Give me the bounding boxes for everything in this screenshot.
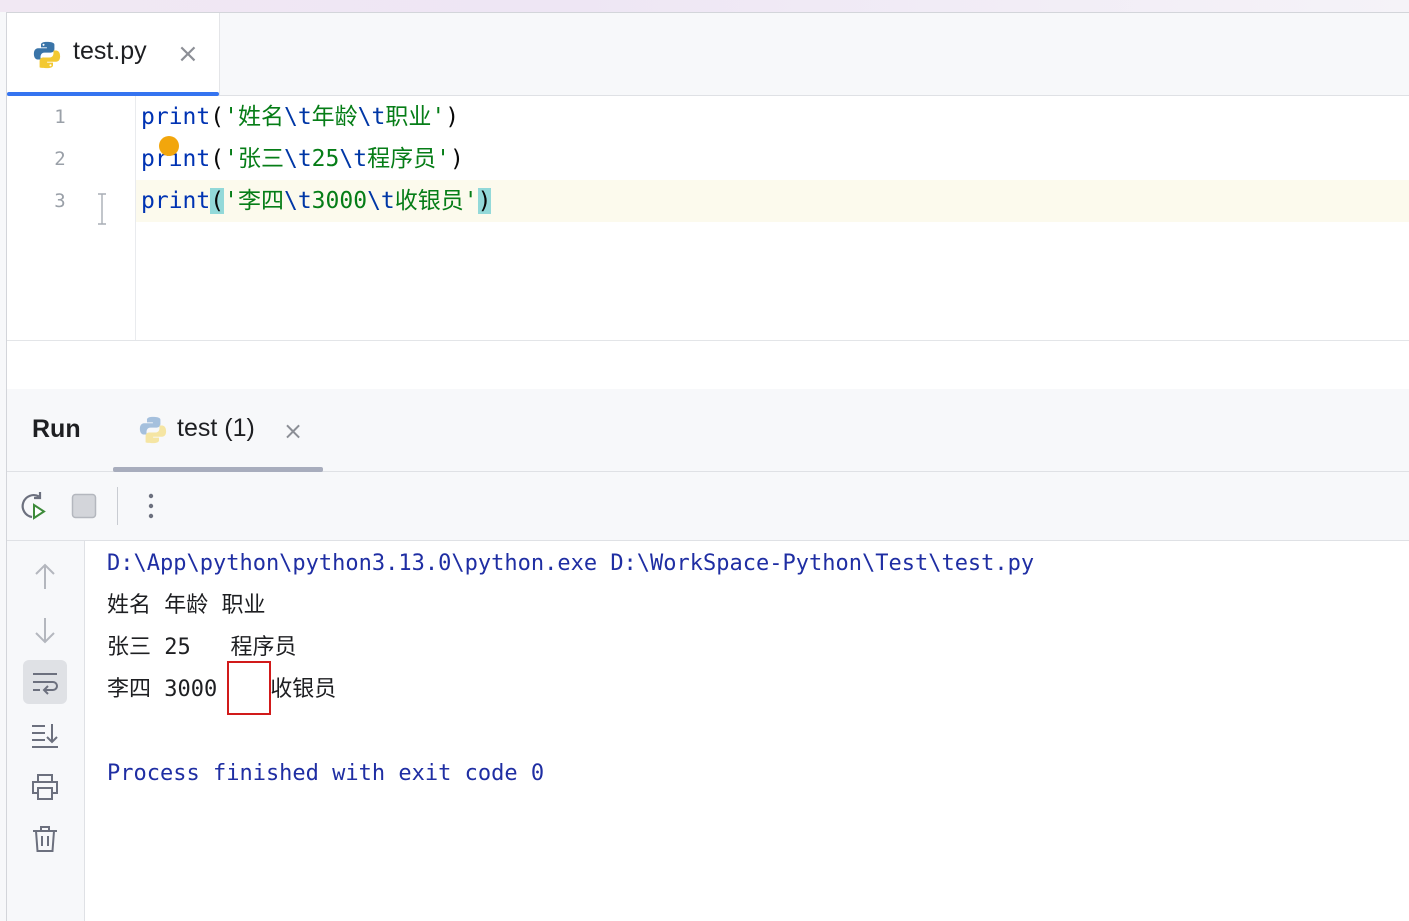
editor-tab-bar: test.py × (7, 13, 1409, 96)
scroll-to-end-button[interactable] (23, 713, 67, 757)
soft-wrap-button[interactable] (23, 660, 67, 704)
code-token: \t (339, 146, 368, 172)
code-token: ' (436, 146, 450, 172)
scroll-to-end-icon (32, 724, 58, 748)
window-top-strip (0, 0, 1409, 13)
run-tool-window-header: Run test (1) × (7, 389, 1409, 472)
matched-paren: ) (477, 188, 492, 214)
line-number: 2 (54, 148, 66, 170)
scroll-up-button[interactable] (23, 555, 67, 599)
console-command-line: D:\App\python\python3.13.0\python.exe D:… (107, 551, 1035, 576)
console-exit-line: Process finished with exit code 0 (107, 761, 545, 786)
code-token: ( (210, 146, 225, 172)
code-token: \t (283, 104, 312, 130)
code-token: ( (210, 104, 225, 130)
close-run-tab-icon[interactable]: × (283, 417, 303, 445)
tab-label: test.py (73, 37, 147, 65)
print-button[interactable] (23, 765, 67, 809)
code-token: ' (224, 146, 238, 172)
code-token: 收银员 (394, 188, 464, 214)
run-tab-label: test (1) (177, 414, 255, 442)
code-token: ' (463, 188, 478, 214)
stop-icon[interactable] (71, 493, 97, 519)
run-toolbar (7, 472, 1409, 541)
code-editor[interactable]: 1 2 3 print('姓名\t年龄\t职业') print('张三\t25\… (7, 96, 1409, 340)
text-cursor-icon (98, 193, 106, 225)
console-output-line: 姓名 年龄 职业 (107, 593, 266, 618)
line-number: 1 (54, 106, 66, 128)
toolbar-separator (117, 487, 118, 525)
code-line-1[interactable]: print('姓名\t年龄\t职业') (141, 96, 459, 138)
matched-paren: ( (210, 188, 225, 214)
soft-wrap-icon (33, 673, 58, 695)
tab-gap-highlight-box (227, 661, 271, 715)
code-token: ) (445, 104, 460, 130)
code-token: 张三 (237, 146, 284, 172)
line-number: 3 (54, 190, 66, 212)
tab-test-py[interactable]: test.py × (7, 13, 220, 96)
code-token: \t (283, 146, 312, 172)
python-file-icon (33, 41, 61, 69)
code-token: ' (224, 104, 238, 130)
console-output-line: 李四 3000 收银员 (107, 677, 337, 702)
code-token: 年龄 (311, 104, 358, 130)
tab-run-test[interactable]: test (1) × (113, 389, 323, 472)
code-token: ) (449, 146, 464, 172)
code-token: 25 (311, 146, 340, 172)
code-line-3[interactable]: print('李四\t3000\t收银员') (141, 180, 492, 222)
code-token: ' (431, 104, 446, 130)
left-tool-strip (0, 12, 7, 921)
rerun-icon[interactable] (17, 490, 49, 522)
intention-bulb-icon[interactable] (159, 136, 179, 156)
arrow-down-icon (35, 618, 55, 644)
editor-bottom-area (7, 340, 1409, 390)
code-token: print (141, 104, 211, 130)
print-icon (32, 774, 58, 800)
console-side-toolbar (7, 541, 85, 921)
code-token: \t (357, 104, 386, 130)
code-line-2[interactable]: print('张三\t25\t程序员') (141, 138, 464, 180)
code-token: 李四 (237, 188, 284, 214)
more-vertical-icon[interactable] (145, 492, 157, 520)
code-token: ' (224, 188, 238, 214)
code-token: 职业 (385, 104, 432, 130)
trash-icon (33, 826, 57, 852)
clear-all-button[interactable] (23, 817, 67, 861)
code-token: 3000 (311, 188, 368, 214)
code-token: 姓名 (237, 104, 284, 130)
line-number-gutter: 1 2 3 (7, 96, 136, 340)
run-title: Run (32, 415, 81, 443)
scroll-down-button[interactable] (23, 608, 67, 652)
close-tab-icon[interactable]: × (177, 39, 199, 69)
code-token: print (141, 188, 211, 214)
run-console[interactable]: D:\App\python\python3.13.0\python.exe D:… (85, 541, 1409, 921)
code-token: \t (367, 188, 395, 214)
arrow-up-icon (35, 563, 55, 589)
code-token: 程序员 (367, 146, 437, 172)
python-run-icon (139, 416, 167, 444)
code-token: \t (283, 188, 312, 214)
